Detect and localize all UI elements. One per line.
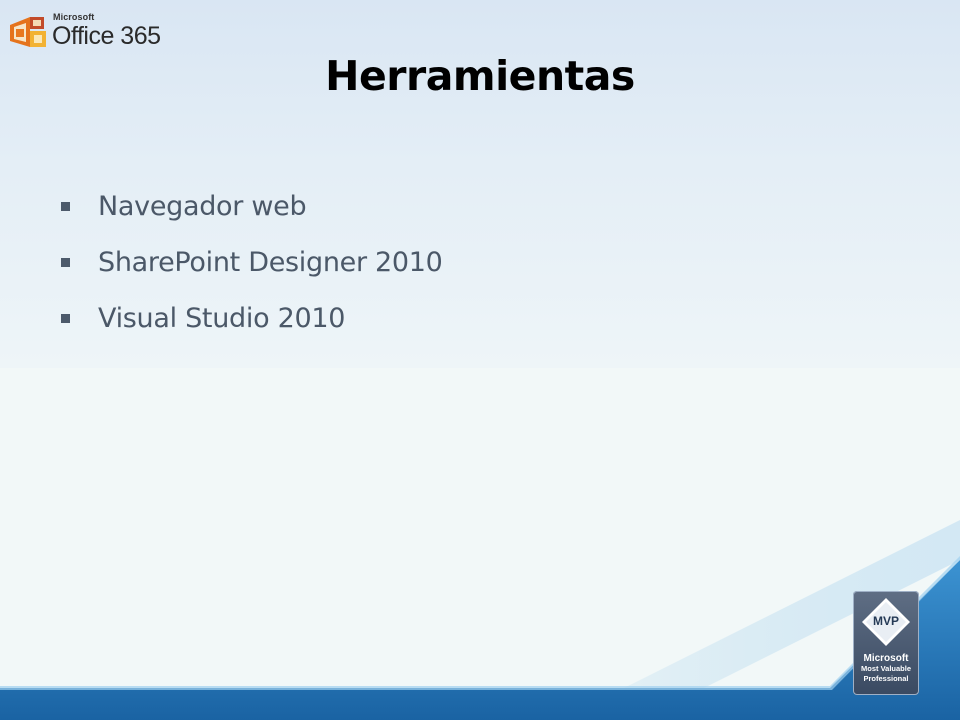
office-logo-icon: [10, 17, 46, 47]
office-365-logo: Microsoft Office 365: [6, 10, 196, 52]
square-bullet-icon: [61, 257, 70, 267]
bullet-item: Visual Studio 2010: [56, 290, 443, 346]
mvp-badge: MVP Microsoft Most Valuable Professional: [853, 591, 919, 695]
bullet-text: Visual Studio 2010: [98, 302, 346, 334]
slide-background-lower: [0, 368, 960, 720]
mvp-label: MVP: [872, 614, 899, 628]
slide: Microsoft Office 365 Herramientas Navega…: [0, 0, 960, 720]
square-bullet-icon: [61, 201, 70, 211]
bullet-list: Navegador web SharePoint Designer 2010 V…: [56, 178, 443, 346]
bullet-item: SharePoint Designer 2010: [56, 234, 443, 290]
logo-product-text: Office 365: [52, 22, 161, 50]
slide-title: Herramientas: [325, 52, 635, 100]
bullet-item: Navegador web: [56, 178, 443, 234]
square-bullet-icon: [61, 313, 70, 323]
mvp-line-professional: Professional: [863, 674, 909, 683]
mvp-line-most-valuable: Most Valuable: [860, 664, 911, 673]
logo-brand-text: Microsoft: [53, 12, 95, 22]
bullet-text: Navegador web: [98, 190, 307, 222]
mvp-text: Microsoft Most Valuable Professional: [853, 654, 919, 684]
mvp-line-microsoft: Microsoft: [863, 653, 909, 664]
bullet-text: SharePoint Designer 2010: [98, 246, 443, 278]
